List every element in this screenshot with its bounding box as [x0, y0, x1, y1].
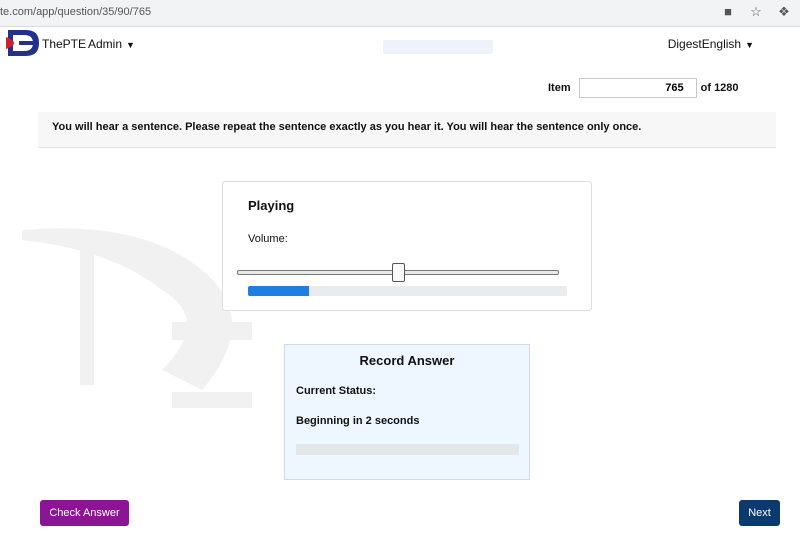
record-title: Record Answer	[359, 353, 455, 368]
recording-progress-bar	[296, 444, 519, 455]
item-total: of 1280	[700, 82, 739, 94]
brand-name[interactable]: ThePTE	[42, 37, 86, 51]
account-menu[interactable]: DigestEnglish ▼	[668, 37, 754, 51]
instruction-text: You will hear a sentence. Please repeat …	[52, 121, 642, 133]
browser-toolbar: te.com/app/question/35/90/765 ■ ☆ ❖	[0, 0, 800, 27]
top-navbar: ThePTE Admin ▼ DigestEnglish ▼	[0, 27, 800, 63]
browser-icons: ■ ☆ ❖	[720, 4, 792, 20]
caret-down-icon: ▼	[745, 40, 754, 50]
item-navigator: Item of 1280	[548, 77, 739, 99]
extension-icon[interactable]: ❖	[776, 4, 792, 20]
thepte-logo[interactable]	[6, 27, 40, 59]
faint-banner	[383, 40, 493, 54]
next-button[interactable]: Next	[739, 500, 780, 526]
status-label: Current Status:	[296, 385, 377, 397]
audio-progress-fill	[248, 286, 309, 296]
admin-menu-label: Admin	[88, 37, 123, 51]
check-answer-button[interactable]: Check Answer	[40, 500, 129, 526]
camera-icon[interactable]: ■	[720, 4, 736, 20]
status-value: Beginning in 2 seconds	[296, 415, 420, 427]
account-menu-label: DigestEnglish	[667, 37, 742, 51]
star-icon[interactable]: ☆	[748, 4, 764, 20]
item-number-input[interactable]	[578, 78, 697, 98]
audio-progress-bar	[248, 286, 567, 296]
address-bar[interactable]: te.com/app/question/35/90/765	[0, 6, 151, 18]
record-answer-panel: Record Answer Current Status: Beginning …	[284, 344, 530, 480]
audio-player: Playing Volume:	[222, 181, 592, 311]
volume-label: Volume:	[248, 233, 288, 245]
player-title: Playing	[248, 198, 295, 213]
admin-menu[interactable]: Admin ▼	[88, 37, 135, 51]
instruction-banner: You will hear a sentence. Please repeat …	[38, 112, 776, 148]
volume-slider-handle[interactable]	[391, 263, 405, 282]
caret-down-icon: ▼	[126, 40, 135, 50]
item-label: Item	[548, 82, 571, 94]
